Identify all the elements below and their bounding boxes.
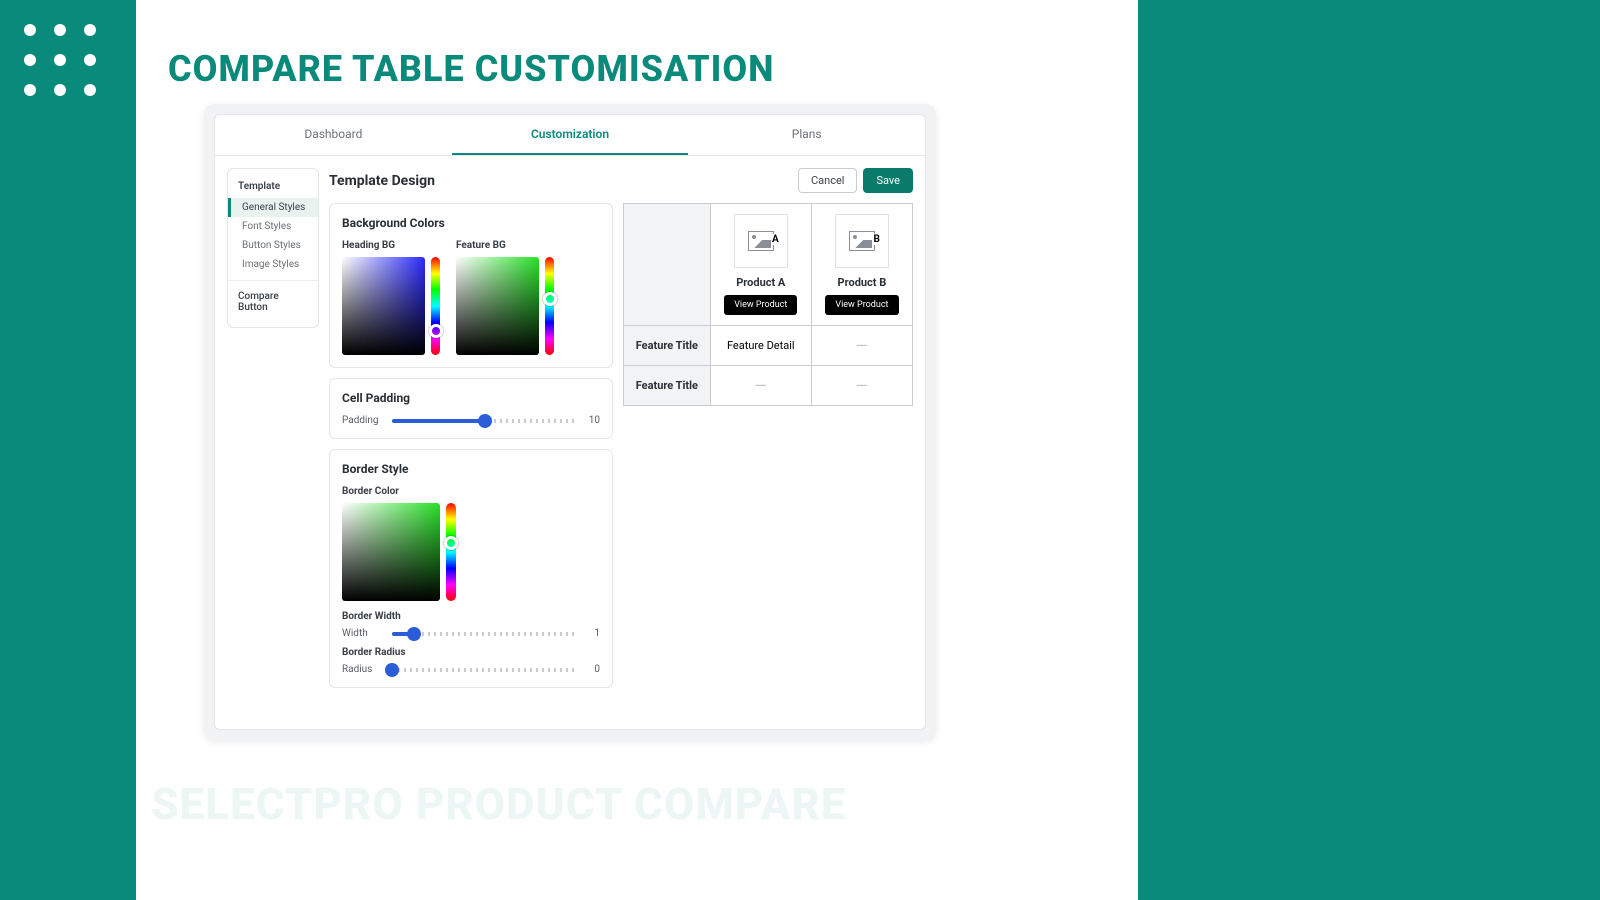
border-color-picker[interactable]: [342, 503, 440, 601]
sidebar-item-font-styles[interactable]: Font Styles: [228, 217, 318, 236]
border-width-label: Border Width: [342, 611, 600, 622]
border-hue-slider[interactable]: [446, 503, 456, 601]
border-radius-label: Border Radius: [342, 647, 600, 658]
panel-border-style: Border Style Border Color Border Width W…: [329, 449, 613, 688]
heading-bg-label: Heading BG: [342, 240, 440, 251]
tab-dashboard[interactable]: Dashboard: [215, 115, 452, 155]
sidebar-head-template: Template: [228, 177, 318, 198]
border-width-slider[interactable]: [392, 632, 578, 636]
padding-value: 10: [586, 415, 600, 426]
view-product-a-button[interactable]: View Product: [724, 295, 797, 315]
heading-bg-color-picker[interactable]: [342, 257, 425, 355]
panel-title: Background Colors: [342, 216, 600, 230]
sidebar-item-button-styles[interactable]: Button Styles: [228, 236, 318, 255]
watermark-text: EM SELECTPRO PRODUCT COMPARE: [74, 778, 847, 830]
padding-label: Padding: [342, 415, 384, 426]
border-radius-value: 0: [586, 664, 600, 675]
section-title: Template Design: [329, 173, 435, 189]
feature-bg-hue-slider[interactable]: [545, 257, 554, 355]
heading-bg-hue-slider[interactable]: [431, 257, 440, 355]
product-b-thumb: B: [835, 214, 889, 268]
border-radius-slider[interactable]: [392, 668, 578, 672]
border-color-label: Border Color: [342, 486, 600, 497]
watermark-icon: [20, 784, 68, 824]
decor-left-bar: [0, 0, 136, 900]
empty-cell: —: [710, 366, 811, 406]
feature-bg-label: Feature BG: [456, 240, 554, 251]
panel-title: Border Style: [342, 462, 600, 476]
padding-slider[interactable]: [392, 419, 578, 423]
save-button[interactable]: Save: [863, 168, 913, 193]
tab-customization[interactable]: Customization: [452, 115, 689, 155]
decor-dots-top-left: [24, 24, 96, 96]
app-window: Dashboard Customization Plans Template G…: [204, 104, 936, 740]
cancel-button[interactable]: Cancel: [798, 168, 857, 193]
view-product-b-button[interactable]: View Product: [825, 295, 898, 315]
decor-dots-bottom-right: [1504, 760, 1576, 832]
feature-detail-cell: Feature Detail: [710, 326, 811, 366]
compare-table-preview: A Product A View Product B Product B Vie…: [623, 203, 913, 717]
sidebar-item-image-styles[interactable]: Image Styles: [228, 255, 318, 274]
empty-cell: —: [811, 366, 912, 406]
product-b-name: Product B: [822, 276, 902, 289]
empty-cell: —: [811, 326, 912, 366]
product-a-thumb: A: [734, 214, 788, 268]
border-width-value: 1: [586, 628, 600, 639]
panel-cell-padding: Cell Padding Padding 10: [329, 378, 613, 439]
sidebar-item-compare-button[interactable]: Compare Button: [228, 287, 318, 319]
feature-bg-color-picker[interactable]: [456, 257, 539, 355]
width-row-label: Width: [342, 628, 384, 639]
sidebar-item-general-styles[interactable]: General Styles: [228, 198, 318, 217]
radius-row-label: Radius: [342, 664, 384, 675]
feature-title-cell: Feature Title: [624, 326, 711, 366]
tab-plans[interactable]: Plans: [688, 115, 925, 155]
panel-title: Cell Padding: [342, 391, 600, 405]
page-title: COMPARE TABLE CUSTOMISATION: [168, 48, 775, 90]
settings-sidebar: Template General Styles Font Styles Butt…: [227, 168, 319, 328]
panel-background-colors: Background Colors Heading BG: [329, 203, 613, 368]
feature-title-cell: Feature Title: [624, 366, 711, 406]
product-a-name: Product A: [721, 276, 801, 289]
top-tabs: Dashboard Customization Plans: [215, 115, 925, 156]
